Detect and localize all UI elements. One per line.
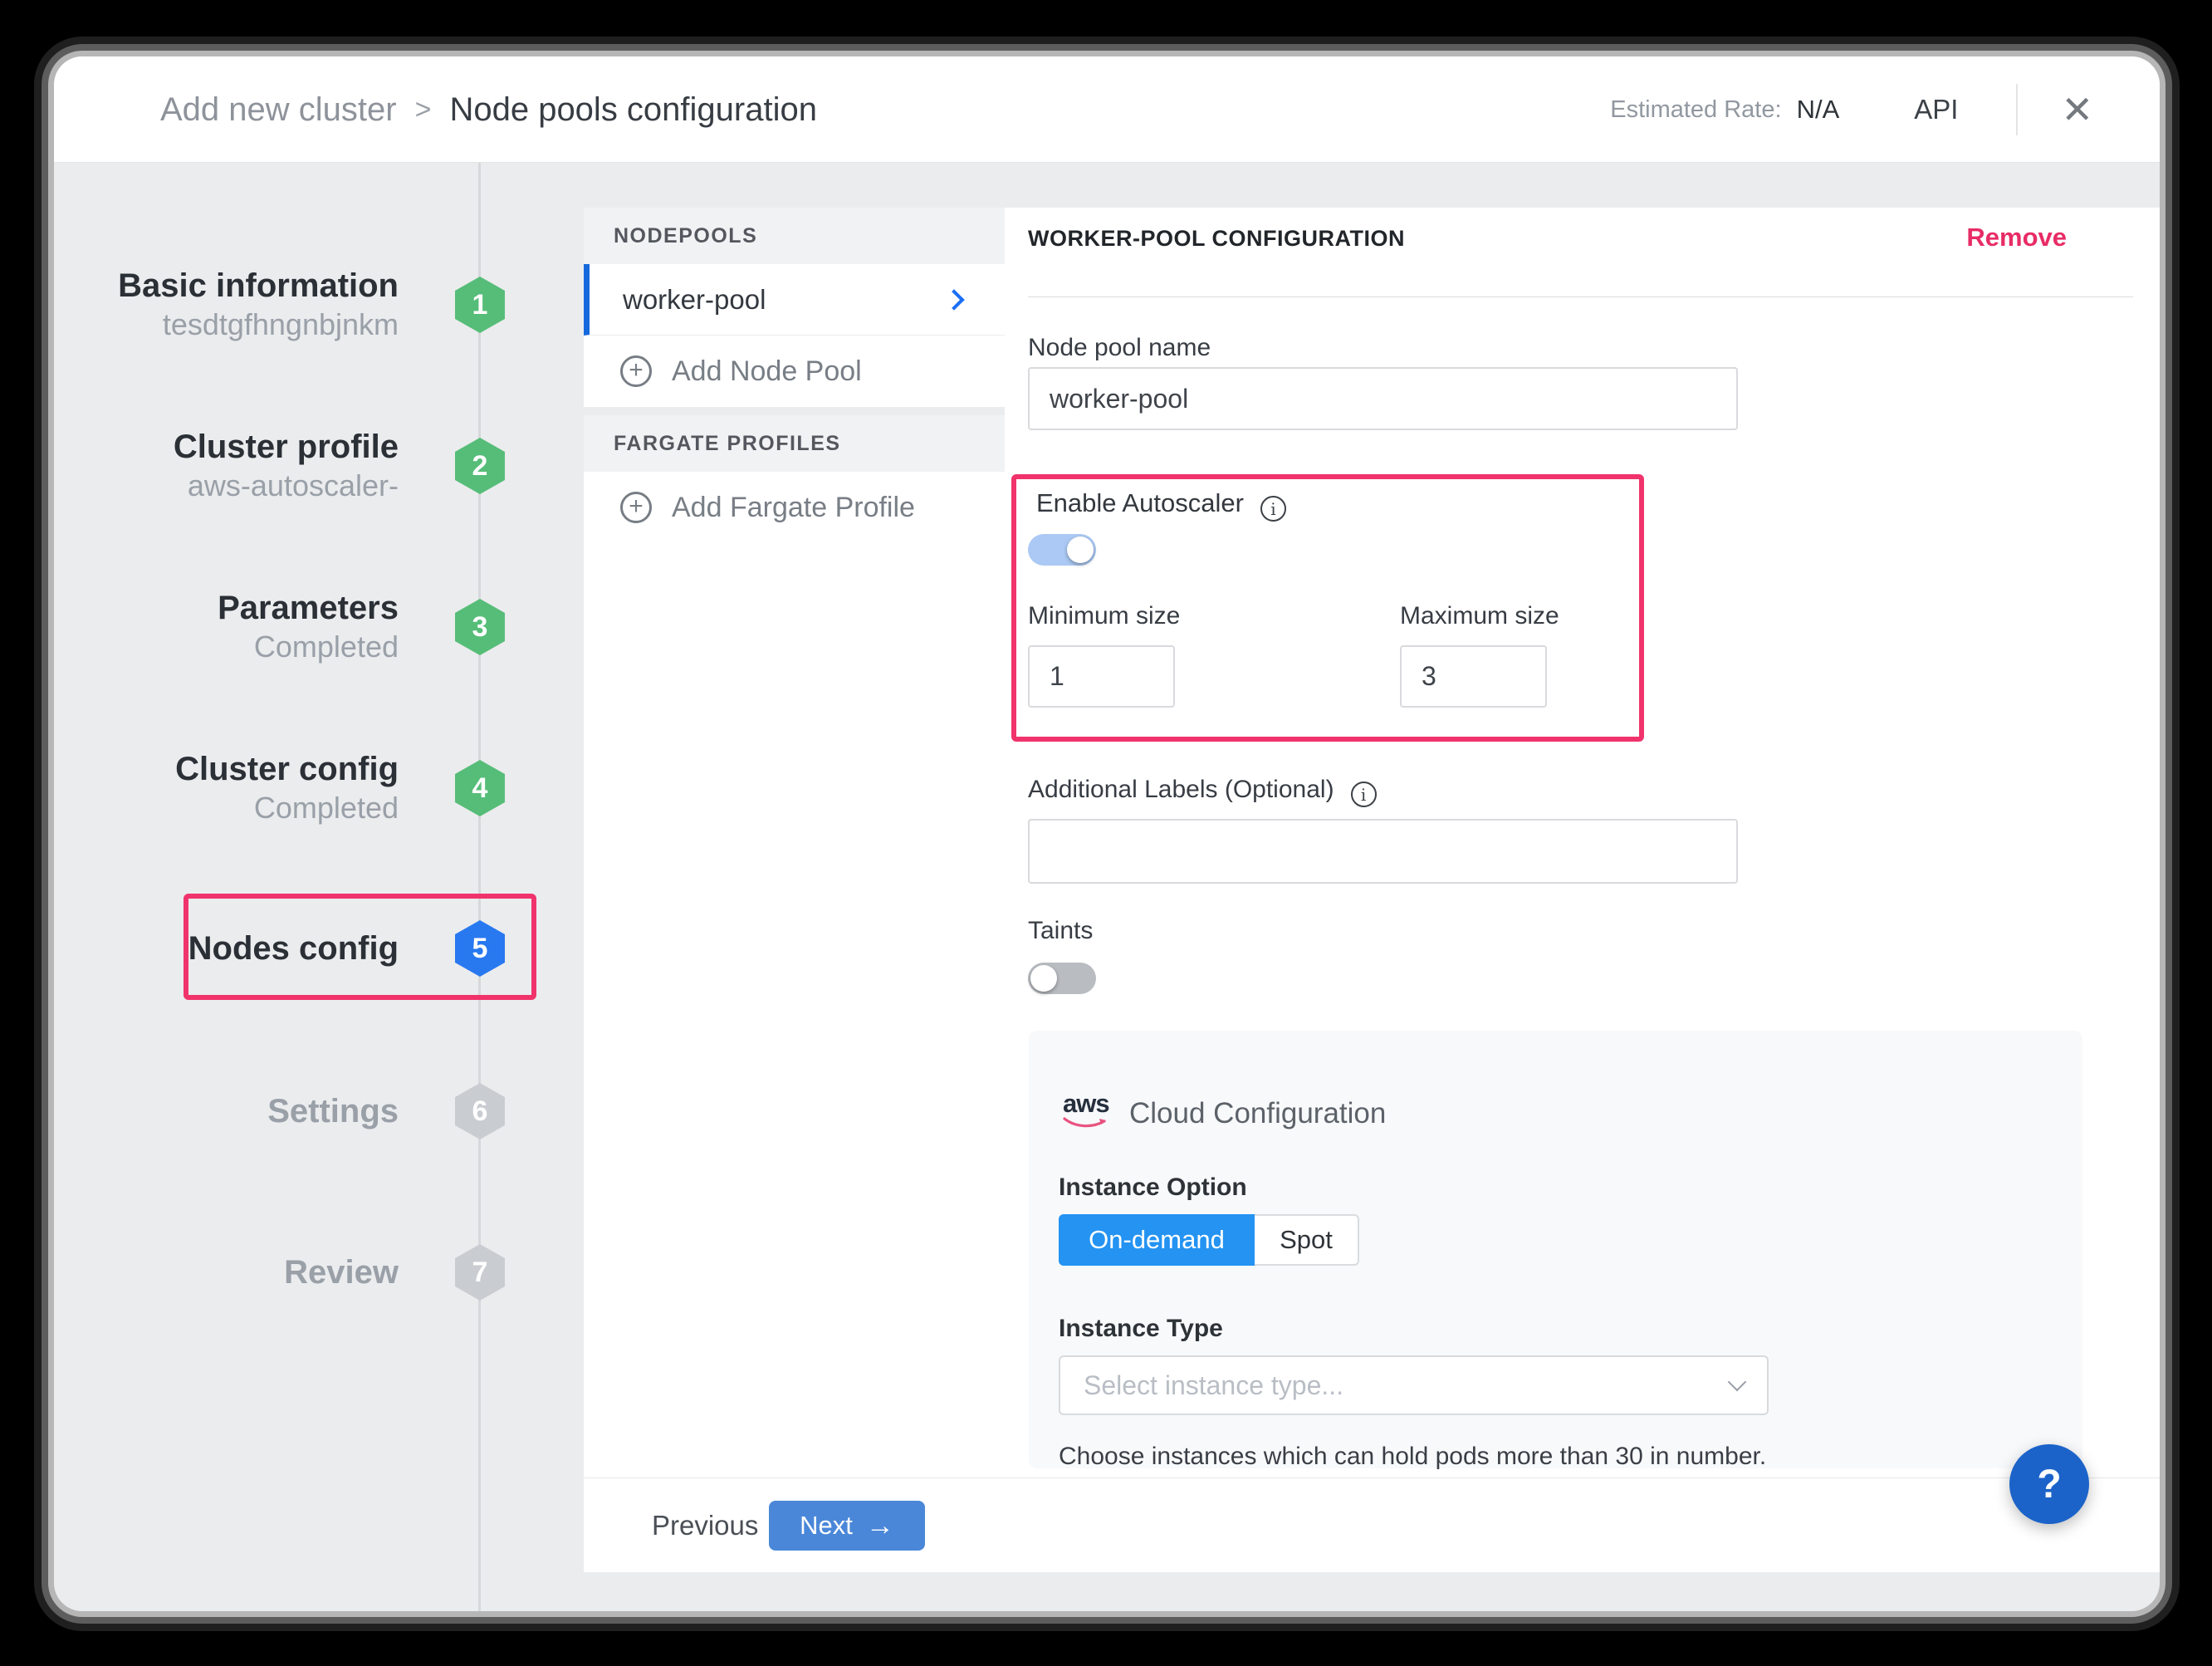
add-node-pool-button[interactable]: + Add Node Pool xyxy=(584,336,1005,407)
aws-logo-icon: aws xyxy=(1063,1090,1109,1134)
step-label: Review xyxy=(284,1252,399,1292)
header-divider xyxy=(2016,84,2018,135)
page-title: Node pools configuration xyxy=(449,91,817,129)
step-number-hexagon: 5 xyxy=(455,920,505,977)
step-label: Basic information xyxy=(118,266,399,306)
step-number-hexagon: 1 xyxy=(455,277,505,333)
step-label: Settings xyxy=(267,1091,399,1131)
close-icon[interactable]: ✕ xyxy=(2061,91,2093,129)
modal-header: Add new cluster > Node pools configurati… xyxy=(54,56,2160,163)
instance-option-label: Instance Option xyxy=(1059,1174,1247,1202)
step-number-hexagon: 6 xyxy=(455,1083,505,1139)
step-number-hexagon: 2 xyxy=(455,438,505,494)
instance-option-spot[interactable]: Spot xyxy=(1255,1214,1359,1266)
node-pool-name-label: Node pool name xyxy=(1028,334,1211,362)
plus-circle-icon: + xyxy=(620,492,652,523)
title-divider xyxy=(1028,296,2133,297)
minimum-size-input[interactable] xyxy=(1028,645,1175,708)
chevron-down-icon xyxy=(1728,1373,1747,1392)
step-sublabel: aws-autoscaler- xyxy=(188,467,399,505)
add-cluster-modal: Add new cluster > Node pools configurati… xyxy=(54,56,2160,1611)
plus-circle-icon: + xyxy=(620,355,652,387)
api-button[interactable]: API xyxy=(1914,94,1958,125)
step-number-hexagon: 4 xyxy=(455,760,505,816)
info-icon[interactable]: i xyxy=(1351,782,1377,807)
node-pools-panel: NODEPOOLS worker-pool + Add Node Pool FA… xyxy=(584,208,1005,1477)
instance-type-hint: Choose instances which can hold pods mor… xyxy=(1059,1443,1766,1471)
sidebar-step-cluster-config[interactable]: Cluster config Completed 4 xyxy=(54,742,584,834)
previous-button[interactable]: Previous xyxy=(652,1478,758,1572)
taints-label: Taints xyxy=(1028,917,1093,945)
node-pool-item-worker-pool[interactable]: worker-pool xyxy=(584,264,1005,336)
enable-autoscaler-label: Enable Autoscaleri xyxy=(1036,488,1286,522)
sidebar-step-review[interactable]: Review 7 xyxy=(54,1227,584,1318)
help-button[interactable]: ? xyxy=(2009,1444,2089,1524)
sidebar-step-basic-information[interactable]: Basic information tesdtgfhngnbjnkm 1 xyxy=(54,259,584,350)
toggle-knob xyxy=(1067,537,1094,563)
step-label: Parameters xyxy=(218,588,399,628)
instance-option-segmented-control: On-demand Spot xyxy=(1059,1214,1359,1266)
pools-panel-background xyxy=(584,543,1005,1477)
add-fargate-profile-button[interactable]: + Add Fargate Profile xyxy=(584,472,1005,543)
step-sublabel: Completed xyxy=(254,789,399,827)
breadcrumb-separator: > xyxy=(415,94,432,126)
sidebar-step-cluster-profile[interactable]: Cluster profile aws-autoscaler- 2 xyxy=(54,420,584,512)
step-label: Cluster config xyxy=(175,749,399,789)
instance-type-placeholder: Select instance type... xyxy=(1084,1370,1730,1401)
info-icon[interactable]: i xyxy=(1260,496,1286,522)
panel-title: WORKER-POOL CONFIGURATION xyxy=(1028,226,1405,252)
taints-toggle[interactable] xyxy=(1028,963,1096,994)
instance-type-select[interactable]: Select instance type... xyxy=(1059,1355,1769,1415)
worker-pool-configuration-panel: WORKER-POOL CONFIGURATION Remove Node po… xyxy=(1005,208,2160,1477)
step-number-hexagon: 3 xyxy=(455,599,505,655)
cloud-configuration-card: aws Cloud Configuration Instance Option … xyxy=(1029,1031,2082,1468)
arrow-right-icon: → xyxy=(866,1512,894,1540)
node-pool-item-label: worker-pool xyxy=(623,284,766,316)
maximum-size-label: Maximum size xyxy=(1400,602,1559,630)
header-actions: Estimated Rate: N/A API ✕ xyxy=(1610,56,2093,163)
nodepools-section-header: NODEPOOLS xyxy=(584,208,1005,264)
chevron-right-icon xyxy=(943,289,964,310)
sidebar-step-nodes-config[interactable]: Nodes config 5 xyxy=(54,903,584,994)
minimum-size-label: Minimum size xyxy=(1028,602,1180,630)
sidebar-step-parameters[interactable]: Parameters Completed 3 xyxy=(54,581,584,673)
step-label: Cluster profile xyxy=(174,427,399,467)
wizard-footer: Previous Next → xyxy=(584,1477,2160,1572)
estimated-rate-value: N/A xyxy=(1797,95,1840,125)
stepper-line xyxy=(478,163,481,1611)
step-label: Nodes config xyxy=(188,929,399,968)
toggle-knob xyxy=(1030,965,1057,992)
additional-labels-label: Additional Labels (Optional)i xyxy=(1028,776,1377,807)
remove-button[interactable]: Remove xyxy=(1966,223,2067,252)
breadcrumb-parent[interactable]: Add new cluster xyxy=(160,91,397,129)
next-button[interactable]: Next → xyxy=(769,1501,925,1551)
step-sublabel: tesdtgfhngnbjnkm xyxy=(163,306,399,344)
maximum-size-input[interactable] xyxy=(1400,645,1547,708)
cloud-configuration-title: Cloud Configuration xyxy=(1129,1097,1386,1130)
fargate-profiles-section-header: FARGATE PROFILES xyxy=(584,415,1005,472)
sidebar-step-settings[interactable]: Settings 6 xyxy=(54,1066,584,1157)
step-number-hexagon: 7 xyxy=(455,1244,505,1301)
step-sublabel: Completed xyxy=(254,628,399,666)
estimated-rate-label: Estimated Rate: xyxy=(1610,96,1781,124)
enable-autoscaler-toggle[interactable] xyxy=(1028,534,1096,566)
additional-labels-input[interactable] xyxy=(1028,819,1738,884)
instance-option-on-demand[interactable]: On-demand xyxy=(1059,1214,1255,1266)
node-pool-name-input[interactable] xyxy=(1028,367,1738,430)
instance-type-label: Instance Type xyxy=(1059,1315,1223,1343)
breadcrumb: Add new cluster > Node pools configurati… xyxy=(160,56,817,163)
